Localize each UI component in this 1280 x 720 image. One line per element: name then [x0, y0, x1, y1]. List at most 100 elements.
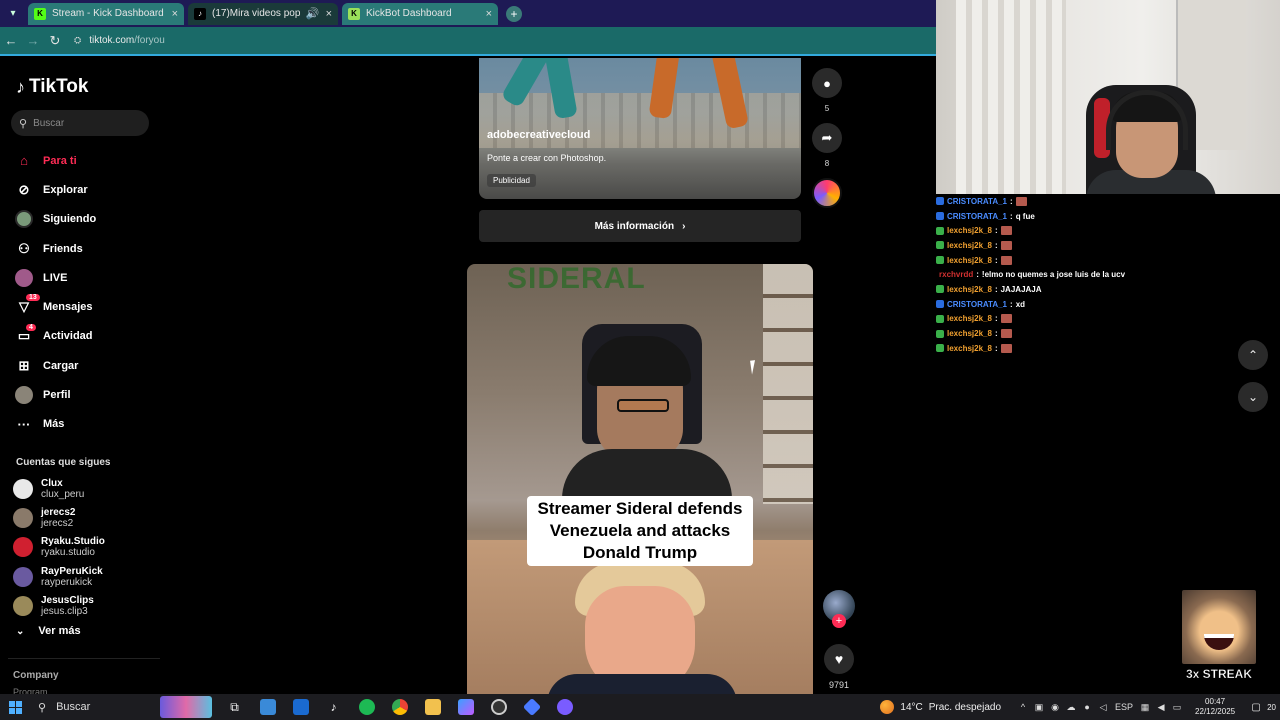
- ad-video[interactable]: adobecreativecloud Ponte a crear con Pho…: [479, 58, 801, 199]
- chat-emote-icon: [1015, 196, 1027, 206]
- nav-item-para-ti[interactable]: ⌂ Para ti: [14, 146, 154, 175]
- heart-icon[interactable]: ♥: [824, 644, 854, 674]
- site-info-icon[interactable]: ⛭: [74, 35, 81, 46]
- chevron-up-icon[interactable]: ^: [1015, 702, 1031, 712]
- nav-label: Actividad: [43, 330, 93, 343]
- tab-tiktok[interactable]: ♪ (17)Mira videos populares 🔊 ×: [188, 2, 338, 25]
- following-item[interactable]: JesusClips jesus.clip3: [13, 591, 153, 620]
- mouse-cursor-icon: [750, 359, 762, 375]
- new-tab-button[interactable]: +: [506, 5, 522, 22]
- nav-item-mensajes[interactable]: ▽ 13 Mensajes: [14, 292, 154, 321]
- reload-icon[interactable]: ↻: [44, 33, 66, 49]
- scroll-up-button[interactable]: ⌃: [1238, 340, 1268, 370]
- chat-username[interactable]: lexchsj2k_8: [947, 285, 992, 294]
- speaker-icon[interactable]: ◁: [1095, 702, 1111, 713]
- notification-count: 20: [1267, 702, 1276, 712]
- microphone-icon[interactable]: ●: [1079, 702, 1095, 712]
- close-tab-icon[interactable]: ×: [486, 8, 492, 20]
- chat-username[interactable]: lexchsj2k_8: [947, 226, 992, 235]
- comment-count: 5: [824, 104, 830, 113]
- chat-username[interactable]: CRISTORATA_1: [947, 300, 1007, 309]
- streak-emote-mouth: [1204, 634, 1234, 650]
- taskbar-search[interactable]: ⚲ Buscar: [30, 701, 160, 714]
- clock[interactable]: 00:47 22/12/2025: [1195, 697, 1235, 717]
- speaker-icon[interactable]: 🔊: [306, 7, 320, 20]
- windows-start-icon[interactable]: [0, 694, 30, 720]
- video-actions: + ♥ 9791: [821, 590, 857, 690]
- see-more-button[interactable]: ⌄ Ver más: [16, 625, 81, 637]
- video-player[interactable]: SIDERAL Streamer Sideral defends Venezue…: [467, 264, 813, 694]
- chat-username[interactable]: lexchsj2k_8: [947, 241, 992, 250]
- following-item[interactable]: RayPeruKick rayperukick: [13, 562, 153, 591]
- discord-icon[interactable]: [548, 694, 581, 720]
- scroll-down-button[interactable]: ⌄: [1238, 382, 1268, 412]
- chrome-icon[interactable]: [383, 694, 416, 720]
- chat-username[interactable]: lexchsj2k_8: [947, 314, 992, 323]
- following-item[interactable]: Ryaku.Studio ryaku.studio: [13, 533, 153, 562]
- share-icon[interactable]: ➦: [812, 123, 842, 153]
- chat-emote-icon: [1000, 255, 1012, 265]
- ad-actions: ● 5 ➦ 8: [810, 68, 844, 208]
- nav-item-explorar[interactable]: ⊘ Explorar: [14, 175, 154, 204]
- follow-plus-icon[interactable]: +: [832, 614, 846, 628]
- chat-text: q fue: [1015, 211, 1035, 221]
- caption-line: Donald Trump: [582, 543, 698, 562]
- tiktok-app-icon[interactable]: ♪: [317, 694, 350, 720]
- chat-username[interactable]: lexchsj2k_8: [947, 256, 992, 265]
- chat-username[interactable]: lexchsj2k_8: [947, 344, 992, 353]
- company-link[interactable]: Company: [13, 670, 59, 681]
- task-view-icon[interactable]: ⧉: [218, 694, 251, 720]
- tray-app-icon[interactable]: ◉: [1047, 702, 1063, 713]
- nav-item-siguiendo[interactable]: Siguiendo: [14, 205, 154, 234]
- close-tab-icon[interactable]: ×: [326, 8, 332, 20]
- search-highlight-image[interactable]: [160, 696, 212, 718]
- nav-item-mas[interactable]: ··· Más: [14, 410, 154, 439]
- tab-title: KickBot Dashboard: [366, 8, 452, 19]
- tab-search-icon[interactable]: ▾: [2, 3, 24, 25]
- nav-item-cargar[interactable]: ⊞ Cargar: [14, 351, 154, 380]
- tab-title: (17)Mira videos populares: [212, 8, 300, 19]
- cloud-icon[interactable]: ☁: [1063, 702, 1079, 713]
- chat-username[interactable]: CRISTORATA_1: [947, 197, 1007, 206]
- obs-icon[interactable]: [482, 694, 515, 720]
- tab-kickbot-dashboard[interactable]: K KickBot Dashboard ×: [342, 2, 498, 25]
- microsoft-store-icon[interactable]: [251, 694, 284, 720]
- file-explorer-icon[interactable]: [416, 694, 449, 720]
- spotify-icon[interactable]: [350, 694, 383, 720]
- url-field[interactable]: ⛭ tiktok.com/foryou: [74, 35, 165, 46]
- tab-kick-dashboard[interactable]: K Stream - Kick Dashboard ×: [28, 2, 184, 25]
- creative-cloud-icon[interactable]: [812, 178, 842, 208]
- nav-item-friends[interactable]: ⚇ Friends: [14, 234, 154, 263]
- search-icon: ⚲: [38, 701, 47, 714]
- more-info-button[interactable]: Más información ›: [479, 210, 801, 242]
- copilot-icon[interactable]: [449, 694, 482, 720]
- nav-label: Friends: [43, 242, 83, 255]
- close-tab-icon[interactable]: ×: [172, 8, 178, 20]
- nav-item-perfil[interactable]: Perfil: [14, 380, 154, 409]
- network-icon[interactable]: ▦: [1137, 702, 1153, 713]
- back-icon[interactable]: ←: [0, 33, 22, 48]
- language[interactable]: ESP: [1115, 702, 1133, 712]
- chat-username[interactable]: lexchsj2k_8: [947, 329, 992, 338]
- tray-app-icon[interactable]: ▣: [1031, 702, 1047, 713]
- outlook-icon[interactable]: [284, 694, 317, 720]
- nav-item-actividad[interactable]: ▭ 4 Actividad: [14, 322, 154, 351]
- search-input[interactable]: ⚲ Buscar: [11, 110, 149, 136]
- temperature: 14°C: [900, 701, 923, 713]
- forward-icon[interactable]: →: [22, 33, 44, 48]
- like-count: 9791: [828, 680, 850, 690]
- app-icon[interactable]: [515, 694, 548, 720]
- tiktok-logo[interactable]: ♪ TikTok: [16, 76, 88, 98]
- stream-chat: CRISTORATA_1: CRISTORATA_1: q fue lexchsj2k…: [936, 194, 1280, 364]
- nav-item-live[interactable]: LIVE: [14, 263, 154, 292]
- battery-icon[interactable]: ▭: [1169, 702, 1185, 713]
- following-item[interactable]: Clux clux_peru: [13, 474, 153, 503]
- comment-icon[interactable]: ●: [812, 68, 842, 98]
- volume-icon[interactable]: ◀: [1153, 702, 1169, 713]
- ad-account-name[interactable]: adobecreativecloud: [487, 129, 590, 141]
- chat-username[interactable]: CRISTORATA_1: [947, 212, 1007, 221]
- chat-username[interactable]: rxchvrdd: [939, 270, 973, 279]
- following-item[interactable]: jerecs2 jerecs2: [13, 503, 153, 532]
- notification-icon[interactable]: ▢: [1245, 702, 1267, 713]
- creator-avatar[interactable]: +: [823, 590, 855, 628]
